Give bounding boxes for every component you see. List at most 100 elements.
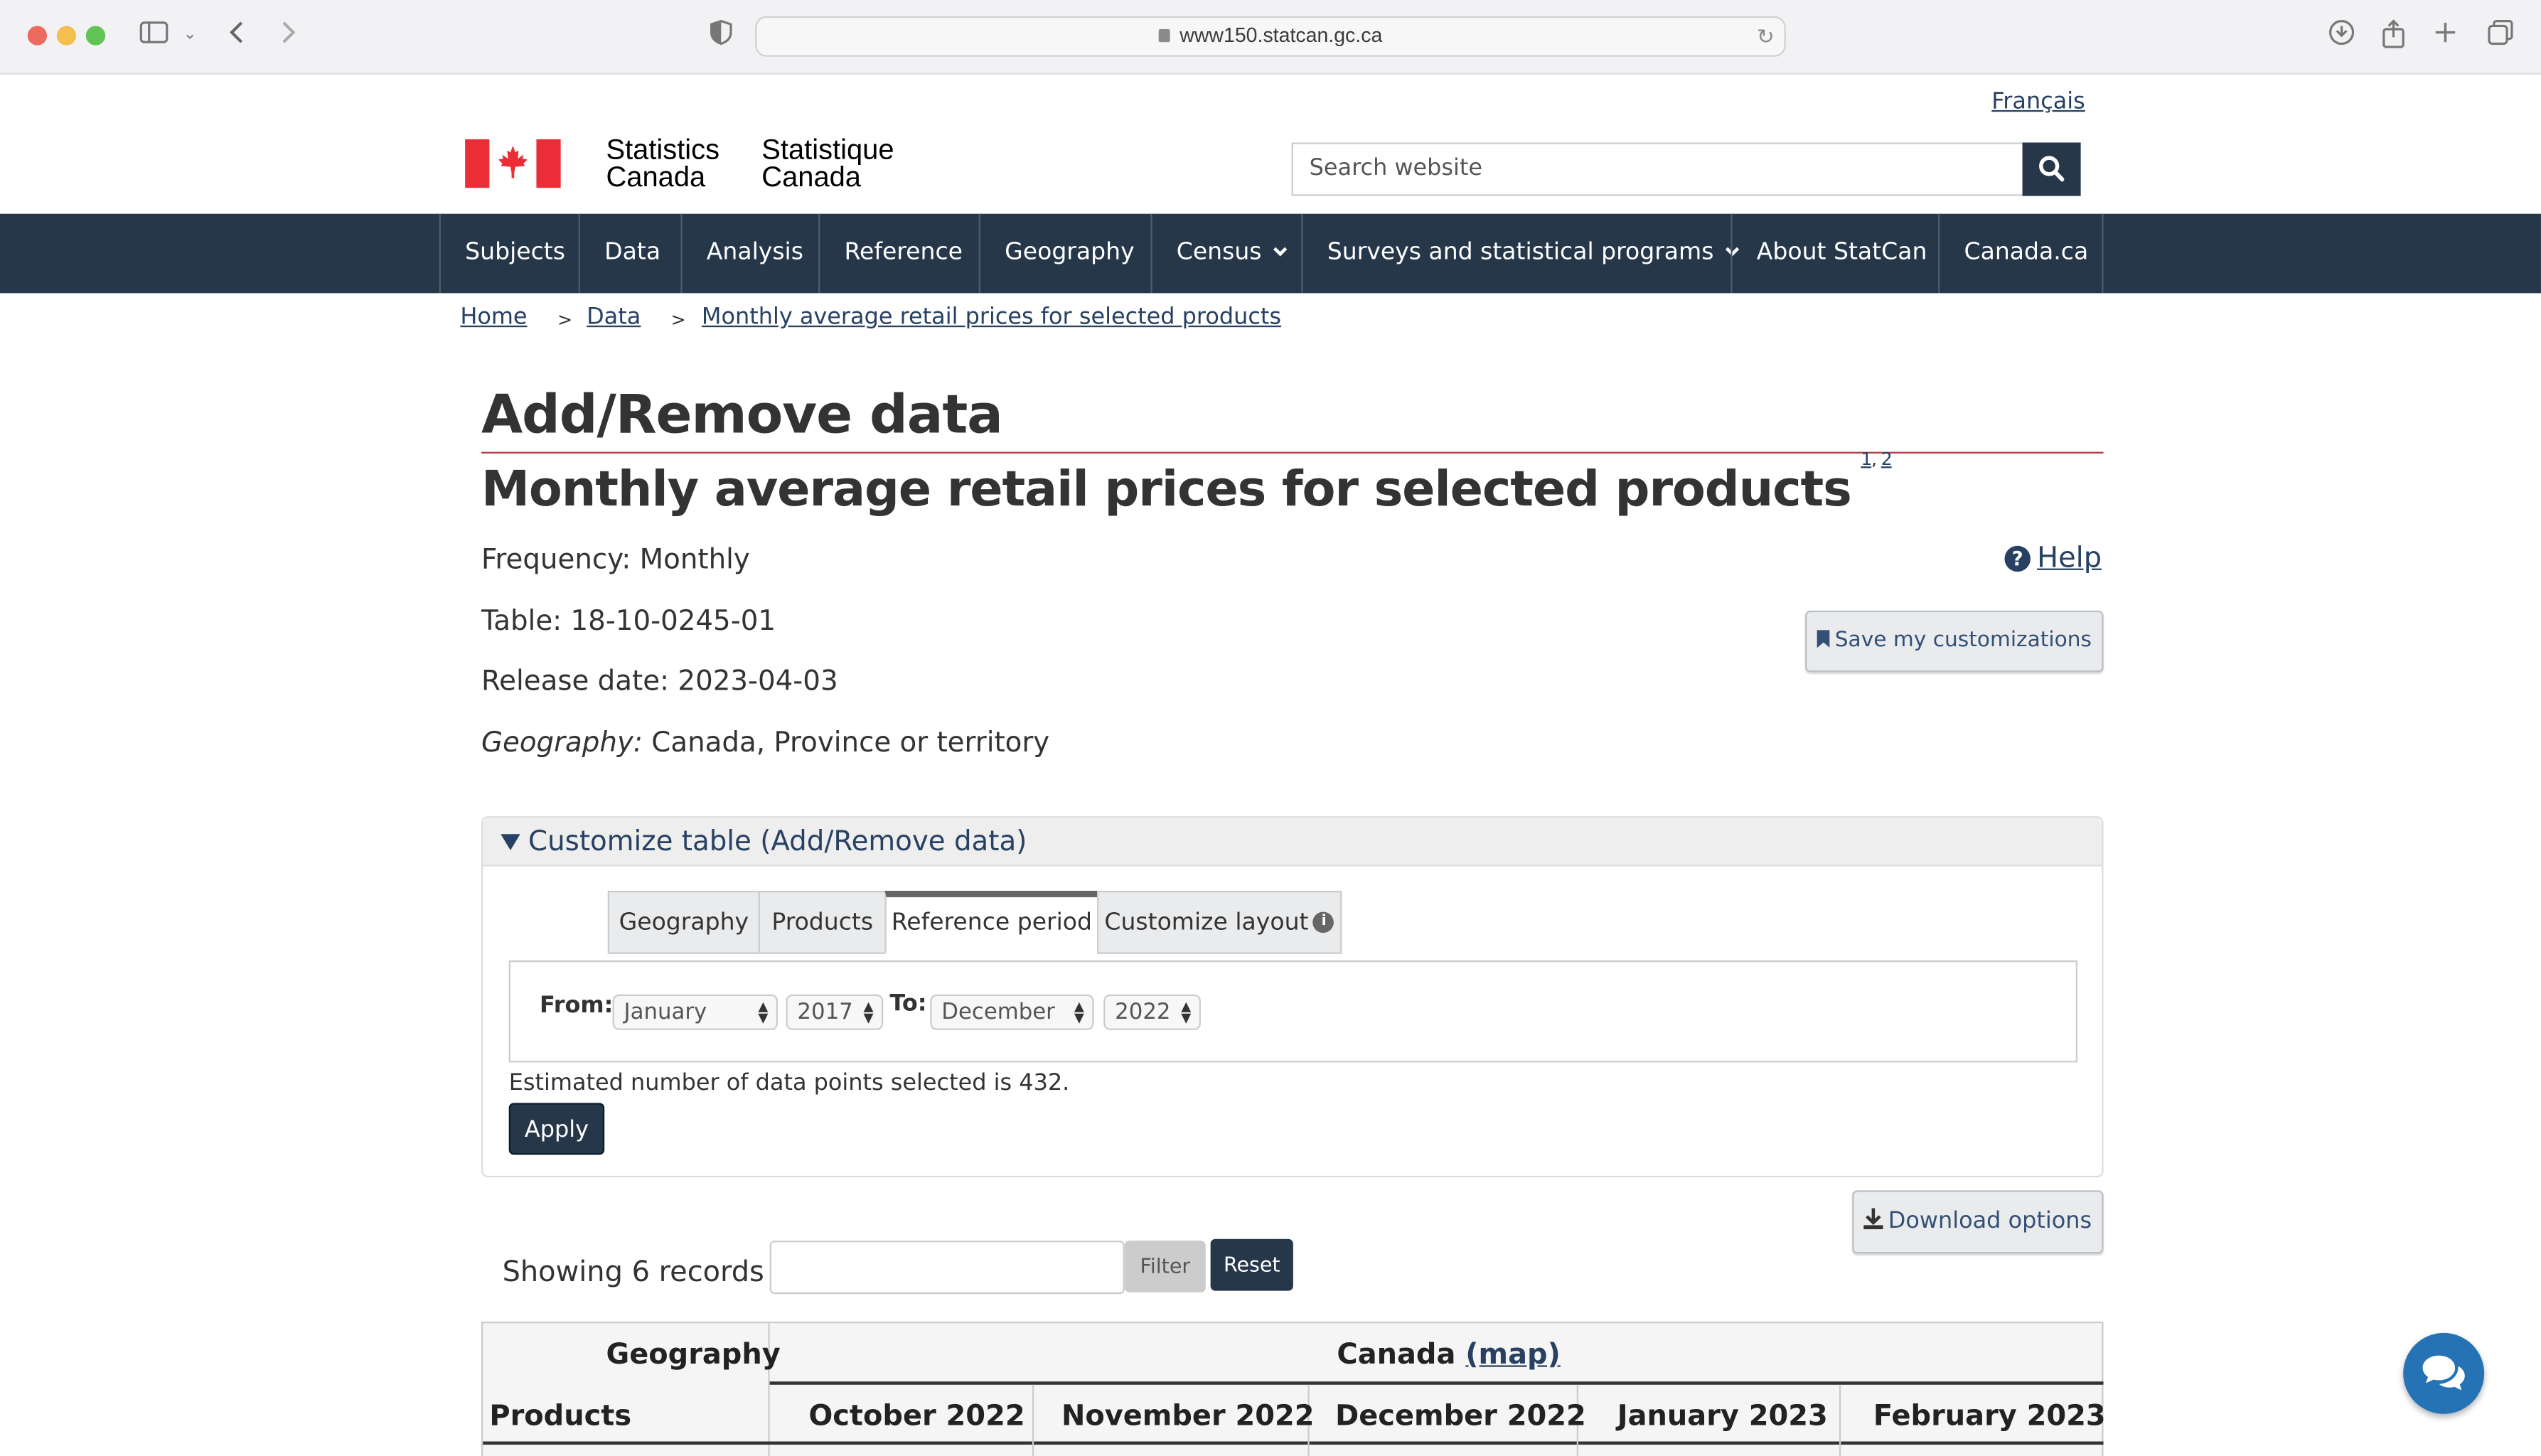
chevron-down-icon[interactable]: ⌄: [183, 19, 197, 52]
main-menu: Subjects Data Analysis Reference Geograp…: [0, 213, 2541, 294]
close-window-button[interactable]: [27, 26, 48, 46]
select-value: December: [941, 999, 1055, 1026]
column-header-nov-2022[interactable]: November 2022: [1061, 1401, 1315, 1434]
from-label: From:: [540, 992, 614, 1019]
tab-label: Geography: [619, 910, 749, 936]
save-customizations-button[interactable]: Save my customizations: [1805, 610, 2104, 673]
nav-label: Data: [604, 240, 661, 266]
table-title: Monthly average retail prices for select…: [481, 449, 1893, 518]
canada-flag-logo[interactable]: [465, 139, 561, 188]
search-button[interactable]: [2022, 142, 2081, 196]
signature-fr-line-1: Statistique: [761, 132, 894, 166]
reset-button[interactable]: Reset: [1210, 1238, 1293, 1291]
breadcrumb-home[interactable]: Home: [460, 304, 527, 330]
share-icon[interactable]: [2382, 19, 2405, 56]
signature-english[interactable]: Statistics Canada: [606, 132, 720, 191]
nav-label: Analysis: [706, 240, 803, 266]
nav-label: Surveys and statistical programs: [1327, 240, 1714, 266]
map-link[interactable]: (map): [1465, 1339, 1561, 1372]
products-row-header: Products: [489, 1401, 632, 1434]
footnotes: 1, 2: [1861, 449, 1893, 470]
info-icon[interactable]: i: [1313, 911, 1334, 933]
privacy-shield-icon[interactable]: [710, 19, 732, 53]
browser-toolbar: ⌄ www150.statcan.gc.ca ↻: [0, 0, 2541, 75]
apply-button[interactable]: Apply: [508, 1103, 605, 1155]
address-bar[interactable]: www150.statcan.gc.ca ↻: [755, 16, 1786, 57]
chat-button[interactable]: [2403, 1332, 2485, 1414]
from-month-select[interactable]: January ▲ ▼: [612, 994, 779, 1030]
maximize-window-button[interactable]: [85, 26, 106, 46]
footnote-link-2[interactable]: 2: [1881, 449, 1893, 470]
reload-icon[interactable]: ↻: [1757, 18, 1775, 55]
tab-products[interactable]: Products: [758, 890, 887, 954]
language-toggle-link[interactable]: Français: [1991, 89, 2085, 114]
customize-table-toggle[interactable]: Customize table (Add/Remove data): [483, 818, 2102, 867]
tab-customize-layout[interactable]: Customize layout i: [1097, 890, 1342, 954]
nav-item-data[interactable]: Data: [578, 213, 685, 294]
select-value: January: [624, 999, 707, 1026]
help-label: Help: [2037, 542, 2102, 575]
triangle-down-icon: [501, 834, 520, 851]
breadcrumb-separator: >: [557, 309, 573, 331]
footnote-link-1[interactable]: 1: [1861, 449, 1872, 470]
download-options-button[interactable]: Download options: [1852, 1190, 2104, 1254]
tab-label: Customize layout: [1104, 910, 1309, 936]
canada-header: Canada (map): [1337, 1339, 1560, 1372]
tab-label: Products: [771, 910, 874, 936]
search-input[interactable]: Search website: [1291, 142, 2024, 196]
canada-label: Canada: [1337, 1339, 1456, 1372]
forward-icon[interactable]: [280, 19, 296, 53]
tab-overview-icon[interactable]: [2488, 19, 2513, 53]
filter-input[interactable]: [769, 1241, 1125, 1295]
select-arrows-icon: ▲ ▼: [758, 999, 769, 1026]
estimate-text: Estimated number of data points selected…: [508, 1070, 1070, 1097]
back-icon[interactable]: [228, 19, 245, 53]
signature-fr-line-2: Canada: [761, 160, 862, 193]
tab-label: Reference period: [891, 910, 1093, 936]
bookmark-icon: [1817, 630, 1830, 648]
minimize-window-button[interactable]: [56, 26, 77, 46]
nav-item-geography[interactable]: Geography: [978, 213, 1159, 294]
search-icon: [2039, 156, 2065, 182]
sidebar-toggle-icon[interactable]: [139, 19, 168, 52]
data-table-header: Geography Canada (map) Products October …: [481, 1321, 2106, 1456]
column-header-dec-2022[interactable]: December 2022: [1335, 1401, 1586, 1434]
to-month-select[interactable]: December ▲ ▼: [930, 994, 1094, 1030]
download-label: Download options: [1888, 1208, 2092, 1234]
help-icon: ?: [2004, 545, 2031, 572]
filter-button[interactable]: Filter: [1124, 1241, 1206, 1292]
chevron-down-icon: [1272, 242, 1287, 257]
to-label: To:: [889, 991, 927, 1017]
tab-reference-period[interactable]: Reference period: [884, 890, 1099, 954]
nav-item-census[interactable]: Census: [1150, 213, 1308, 294]
nav-label: Census: [1176, 240, 1262, 266]
nav-label: Canada.ca: [1964, 240, 2089, 266]
column-header-jan-2023[interactable]: January 2023: [1617, 1401, 1828, 1434]
breadcrumb-separator: >: [670, 309, 686, 331]
geography-label: Geography:: [481, 727, 643, 760]
nav-item-surveys[interactable]: Surveys and statistical programs: [1301, 213, 1760, 294]
tab-geography[interactable]: Geography: [607, 890, 760, 954]
column-header-feb-2023[interactable]: February 2023: [1873, 1401, 2106, 1434]
from-year-select[interactable]: 2017 ▲ ▼: [786, 994, 884, 1030]
nav-item-about[interactable]: About StatCan: [1730, 213, 1951, 294]
geography-value: Canada, Province or territory: [642, 727, 1050, 760]
save-button-label: Save my customizations: [1834, 628, 2092, 653]
nav-item-subjects[interactable]: Subjects: [439, 213, 589, 294]
nav-item-analysis[interactable]: Analysis: [680, 213, 828, 294]
nav-item-reference[interactable]: Reference: [818, 213, 987, 294]
breadcrumb-current[interactable]: Monthly average retail prices for select…: [702, 304, 1281, 330]
lock-icon: [1158, 29, 1170, 43]
page-title: Add/Remove data: [481, 382, 1003, 446]
new-tab-icon[interactable]: [2434, 19, 2457, 52]
signature-en-line-1: Statistics: [606, 132, 720, 166]
column-header-oct-2022[interactable]: October 2022: [808, 1401, 1025, 1434]
url-text: www150.statcan.gc.ca: [1179, 24, 1383, 48]
to-year-select[interactable]: 2022 ▲ ▼: [1103, 994, 1201, 1030]
nav-item-canada-ca[interactable]: Canada.ca: [1938, 213, 2112, 294]
help-link[interactable]: ? Help: [2004, 542, 2102, 575]
downloads-icon[interactable]: [2328, 19, 2355, 53]
signature-french[interactable]: Statistique Canada: [761, 132, 894, 193]
breadcrumb-data[interactable]: Data: [587, 304, 641, 330]
select-arrows-icon: ▲ ▼: [1181, 999, 1192, 1026]
